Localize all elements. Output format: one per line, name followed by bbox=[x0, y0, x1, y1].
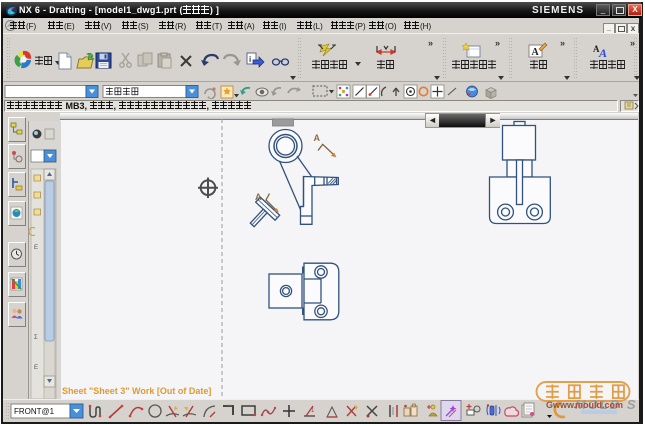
svg-text:A: A bbox=[598, 46, 607, 60]
svg-text:Gwww.: Gwww. bbox=[546, 400, 576, 410]
svg-text:A: A bbox=[532, 47, 540, 58]
svg-text:i: i bbox=[249, 55, 251, 64]
svg-text:E: E bbox=[34, 365, 38, 371]
svg-text:»: » bbox=[495, 38, 500, 48]
svg-text:A: A bbox=[255, 192, 262, 202]
svg-text:»: » bbox=[428, 38, 433, 48]
svg-text:Σ: Σ bbox=[34, 335, 38, 341]
svg-text:E: E bbox=[34, 245, 38, 251]
svg-text:»: » bbox=[560, 38, 565, 48]
svg-text:1: 1 bbox=[311, 408, 315, 414]
svg-text:FRONT@1: FRONT@1 bbox=[14, 407, 55, 416]
svg-text:A: A bbox=[314, 133, 321, 143]
svg-text:mould.com: mould.com bbox=[575, 400, 623, 410]
svg-text:»: » bbox=[630, 38, 635, 48]
